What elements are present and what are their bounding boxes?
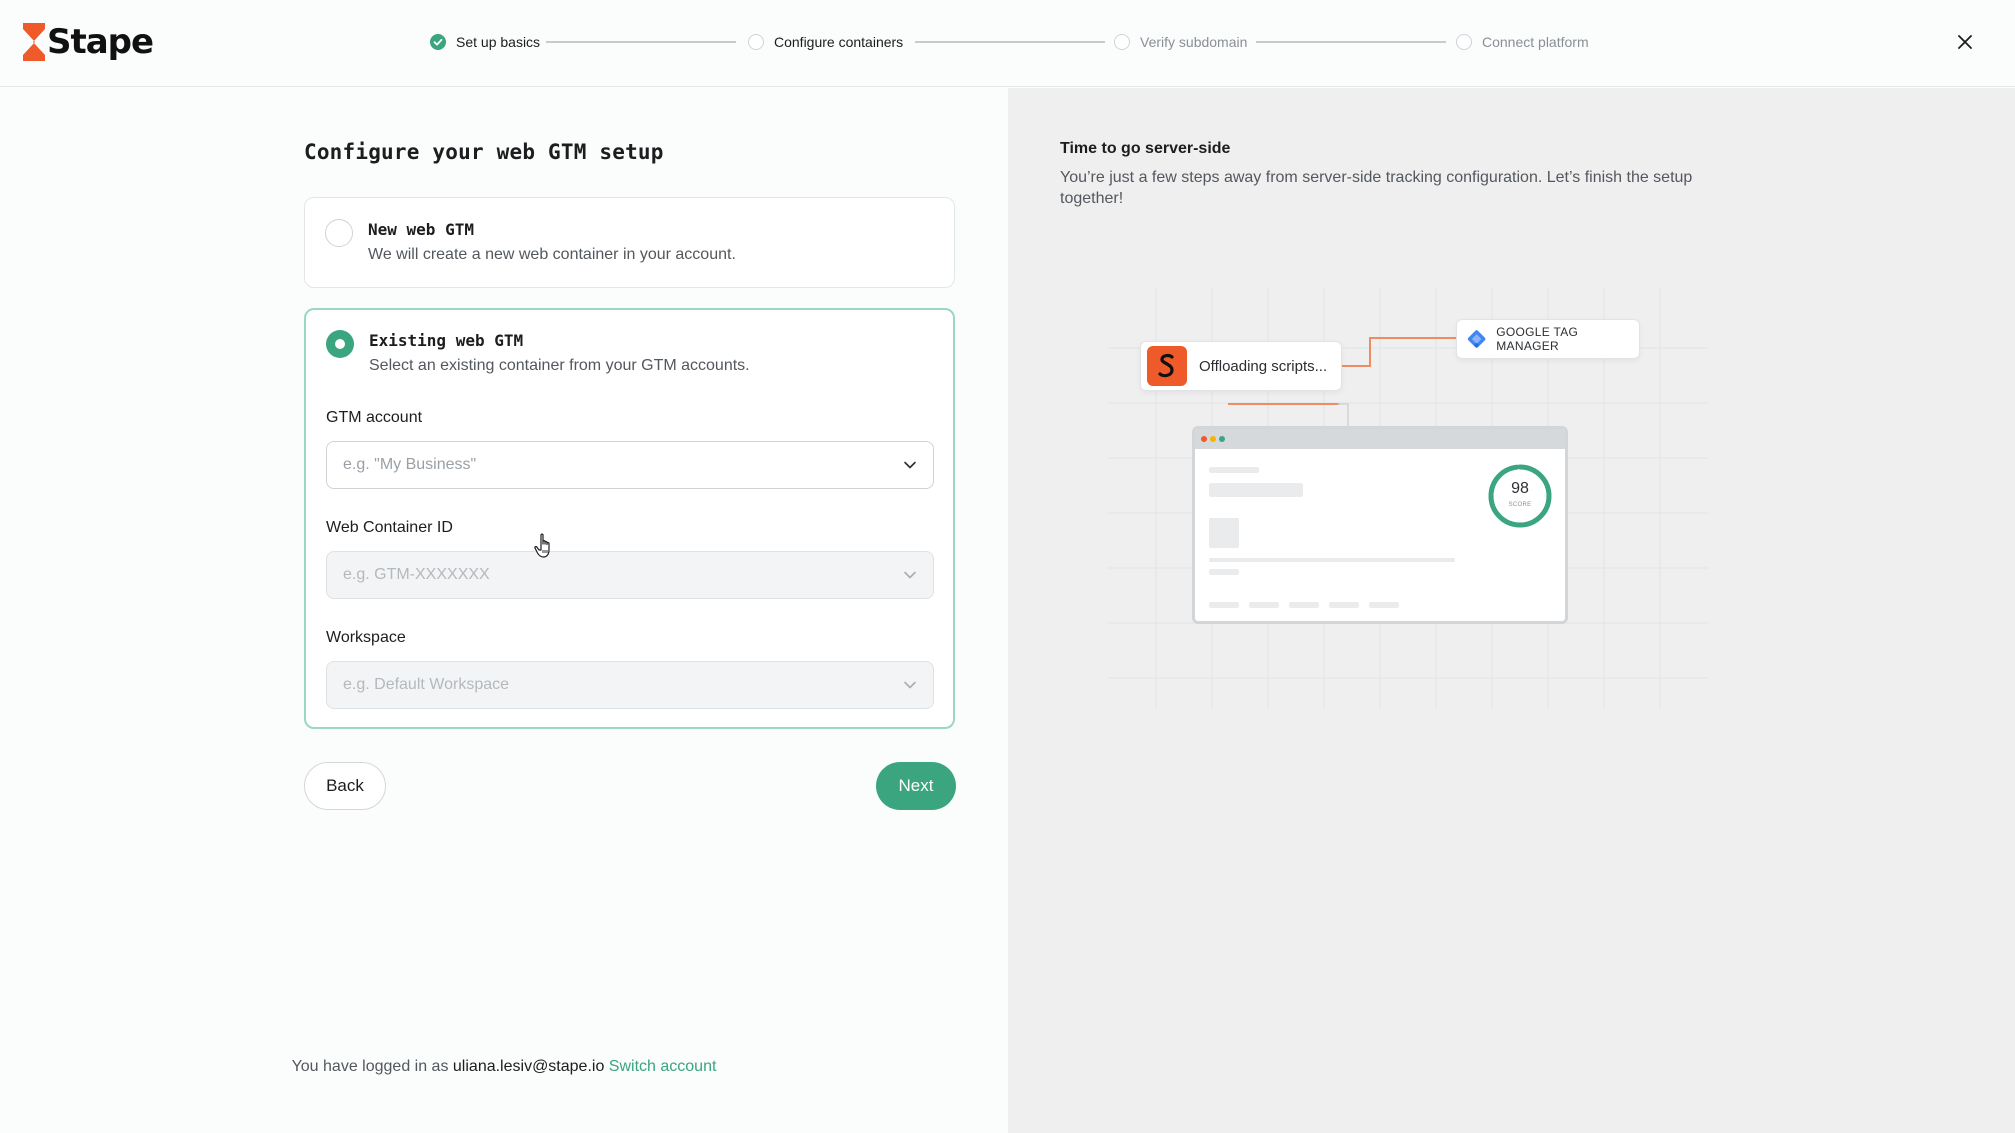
step-connect-platform[interactable]: Connect platform — [1456, 30, 1589, 54]
step-label: Verify subdomain — [1140, 34, 1248, 50]
chevron-down-icon — [904, 681, 916, 689]
window-dot-red — [1201, 436, 1207, 442]
step-verify-subdomain[interactable]: Verify subdomain — [1114, 30, 1247, 54]
step-set-up-basics[interactable]: Set up basics — [430, 30, 540, 54]
info-title: Time to go server-side — [1060, 140, 1231, 157]
step-label: Configure containers — [774, 34, 904, 50]
stape-status-pill: Offloading scripts... — [1140, 341, 1342, 391]
chevron-down-icon — [904, 461, 916, 469]
info-panel: Time to go server-side You’re just a few… — [1008, 88, 2015, 1133]
step-connector — [1256, 41, 1446, 43]
skeleton-line — [1209, 602, 1239, 608]
skeleton-line — [1329, 602, 1359, 608]
progress-stepper: Set up basics Configure containers Verif… — [430, 30, 1590, 54]
browser-mockup: 98 SCORE — [1192, 426, 1568, 624]
step-circle-icon — [748, 34, 764, 50]
skeleton-block — [1209, 483, 1303, 497]
step-circle-icon — [1114, 34, 1130, 50]
container-id-placeholder: e.g. GTM-XXXXXXX — [343, 566, 490, 583]
skeleton-line — [1249, 602, 1279, 608]
account-email: uliana.lesiv@stape.io — [452, 1058, 605, 1075]
step-circle-icon — [1456, 34, 1472, 50]
step-connector — [546, 41, 736, 43]
stape-pill-label: Offloading scripts... — [1199, 357, 1328, 375]
container-id-select[interactable]: e.g. GTM-XXXXXXX — [326, 551, 934, 599]
close-button[interactable] — [1951, 28, 1979, 56]
next-button[interactable]: Next — [876, 762, 956, 810]
new-web-gtm-radio[interactable] — [325, 219, 353, 247]
score-label: SCORE — [1508, 502, 1532, 508]
switch-account-link[interactable]: Switch account — [609, 1058, 717, 1075]
option-title: New web GTM — [368, 220, 474, 239]
skeleton-thumb — [1209, 518, 1239, 548]
stape-logo-icon — [23, 23, 45, 61]
container-id-label: Web Container ID — [326, 519, 453, 536]
workspace-label: Workspace — [326, 629, 406, 646]
existing-web-gtm-radio[interactable] — [326, 330, 354, 358]
hand-pointer-icon — [534, 533, 550, 558]
workspace-select[interactable]: e.g. Default Workspace — [326, 661, 934, 709]
step-label: Connect platform — [1482, 34, 1589, 50]
gtm-pill: GOOGLE TAG MANAGER — [1456, 319, 1640, 359]
option-new-web-gtm[interactable]: New web GTM We will create a new web con… — [304, 197, 955, 288]
performance-score-gauge: 98 SCORE — [1487, 463, 1553, 529]
score-value: 98 — [1511, 480, 1529, 497]
google-tag-manager-icon — [1467, 330, 1486, 348]
chevron-down-icon — [904, 571, 916, 579]
window-dot-yellow — [1210, 436, 1216, 442]
skeleton-line — [1209, 558, 1455, 562]
close-icon — [1958, 35, 1972, 49]
step-label: Set up basics — [456, 34, 541, 50]
option-title: Existing web GTM — [369, 331, 524, 350]
server-side-illustration: Offloading scripts... GOOGLE TAG MANAGER — [1108, 288, 1708, 708]
step-connector — [915, 41, 1105, 43]
gtm-account-placeholder: e.g. "My Business" — [343, 456, 477, 473]
option-existing-web-gtm[interactable]: Existing web GTM Select an existing cont… — [304, 308, 955, 729]
skeleton-line — [1209, 569, 1239, 575]
step-configure-containers[interactable]: Configure containers — [748, 30, 903, 54]
stape-logo[interactable]: Stape — [23, 22, 154, 62]
stape-icon — [1147, 346, 1187, 386]
brand-name: Stape — [47, 22, 154, 62]
skeleton-line — [1369, 602, 1399, 608]
info-description: You’re just a few steps away from server… — [1060, 169, 1693, 207]
option-description: Select an existing container from your G… — [369, 357, 750, 374]
gtm-pill-label: GOOGLE TAG MANAGER — [1496, 325, 1579, 353]
check-icon — [430, 34, 446, 50]
page-title: Configure your web GTM setup — [304, 140, 664, 164]
top-header: Stape Set up basics Configure containers… — [0, 0, 2015, 87]
workspace-placeholder: e.g. Default Workspace — [343, 676, 510, 693]
gtm-account-select[interactable]: e.g. "My Business" — [326, 441, 934, 489]
option-description: We will create a new web container in yo… — [368, 246, 736, 263]
setup-form-panel: Configure your web GTM setup New web GTM… — [0, 88, 1008, 1133]
logged-in-prefix: You have logged in as — [291, 1058, 449, 1075]
skeleton-line — [1289, 602, 1319, 608]
window-dot-green — [1219, 436, 1225, 442]
account-footer: You have logged in as uliana.lesiv@stape… — [0, 1058, 1008, 1076]
browser-toolbar — [1195, 429, 1565, 449]
gtm-account-label: GTM account — [326, 409, 423, 426]
back-button[interactable]: Back — [304, 762, 386, 810]
skeleton-line — [1209, 467, 1259, 473]
